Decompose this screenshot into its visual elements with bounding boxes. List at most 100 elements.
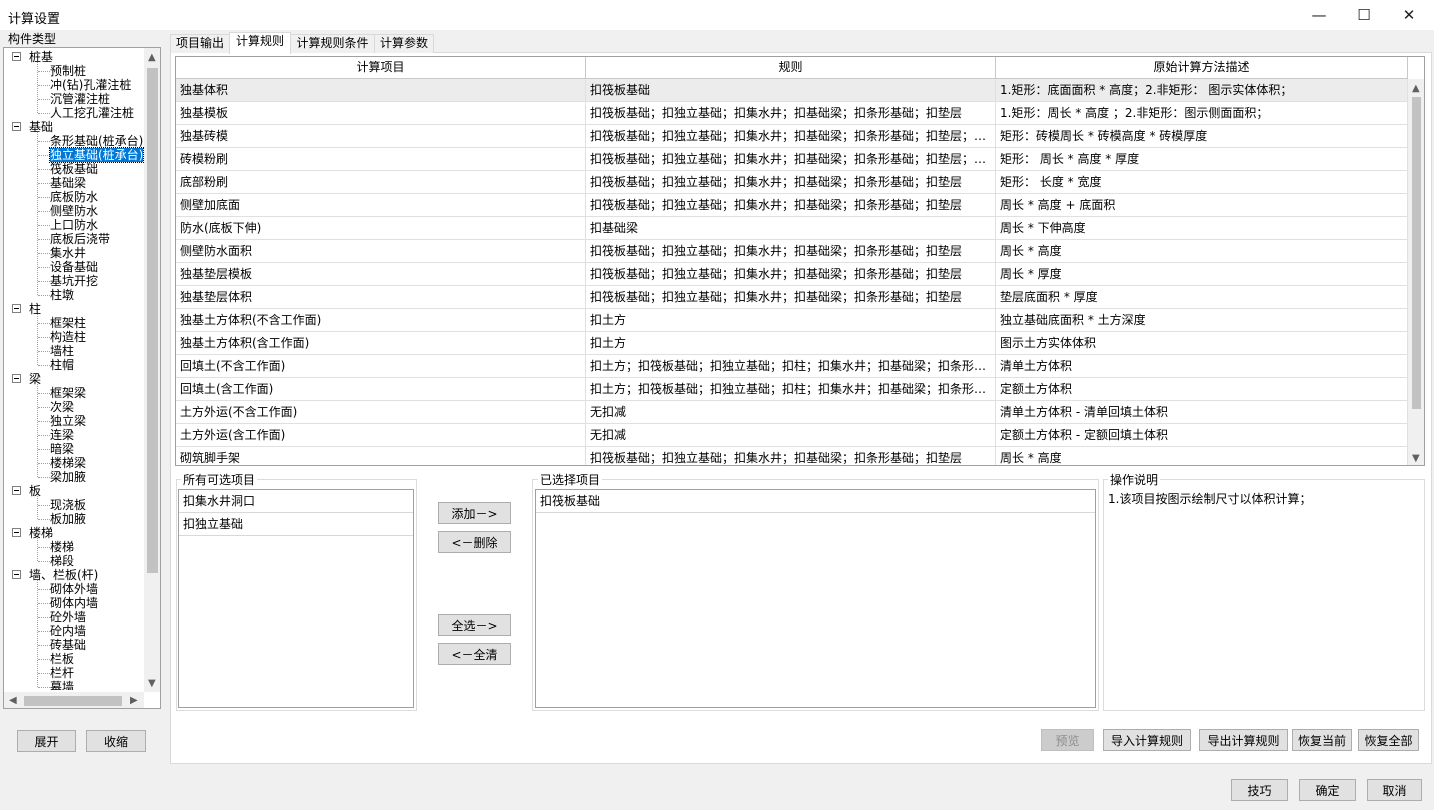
tree-leaf-node[interactable]: 柱帽 xyxy=(50,358,74,372)
tree-group-node[interactable]: 梁 xyxy=(29,372,41,386)
clear-all-button[interactable]: <－全清 xyxy=(438,643,511,665)
tree-leaf-node[interactable]: 砼内墙 xyxy=(50,624,86,638)
cell-calc-item[interactable]: 独基体积 xyxy=(176,79,586,102)
component-tree[interactable]: 桩基 预制桩 冲(钻)孔灌注桩 沉管灌注桩 人工挖孔灌注桩 基础 条形基础(桩承台) 独立基础… xyxy=(3,47,161,709)
cell-calc-item[interactable]: 防水(底板下伸) xyxy=(176,217,586,240)
cell-calc-item[interactable]: 土方外运(含工作面) xyxy=(176,424,586,447)
cell-description[interactable]: 矩形： 长度 * 宽度 xyxy=(996,171,1408,194)
cell-description[interactable]: 定额土方体积 - 定额回填土体积 xyxy=(996,424,1408,447)
tree-leaf-node[interactable]: 连梁 xyxy=(50,428,74,442)
tree-leaf-node[interactable]: 基础梁 xyxy=(50,176,86,190)
header-description[interactable]: 原始计算方法描述 xyxy=(996,57,1408,79)
cell-calc-item[interactable]: 砖模粉刷 xyxy=(176,148,586,171)
cell-rule[interactable]: 扣筏板基础；扣独立基础；扣集水井；扣基础梁；扣条形基础；扣垫层 xyxy=(586,286,996,309)
collapse-toggle-icon[interactable] xyxy=(12,486,21,495)
tree-leaf-node[interactable]: 柱墩 xyxy=(50,288,74,302)
table-row[interactable]: 回填土(不含工作面) 扣土方；扣筏板基础；扣独立基础；扣柱；扣集水井；扣基础梁；扣… xyxy=(176,355,1408,378)
table-row[interactable]: 砌筑脚手架 扣筏板基础；扣独立基础；扣集水井；扣基础梁；扣条形基础；扣垫层 周长 *… xyxy=(176,447,1408,465)
cell-calc-item[interactable]: 回填土(不含工作面) xyxy=(176,355,586,378)
tree-leaf-node[interactable]: 独立梁 xyxy=(50,414,86,428)
cell-description[interactable]: 周长 * 高度 xyxy=(996,447,1408,465)
table-row[interactable]: 侧壁加底面 扣筏板基础；扣独立基础；扣集水井；扣基础梁；扣条形基础；扣垫层 周长 *… xyxy=(176,194,1408,217)
grid-scroll-thumb[interactable] xyxy=(1412,97,1421,409)
scroll-down-icon[interactable]: ▼ xyxy=(148,678,156,689)
export-rules-button[interactable]: 导出计算规则 xyxy=(1199,729,1288,751)
table-row[interactable]: 回填土(含工作面) 扣土方；扣筏板基础；扣独立基础；扣柱；扣集水井；扣基础梁；扣条… xyxy=(176,378,1408,401)
expand-button[interactable]: 展开 xyxy=(17,730,76,752)
tree-leaf-node[interactable]: 冲(钻)孔灌注桩 xyxy=(50,78,131,92)
tree-leaf-node[interactable]: 砌体内墙 xyxy=(50,596,98,610)
cell-calc-item[interactable]: 独基模板 xyxy=(176,102,586,125)
table-row[interactable]: 独基砖模扣筏板基础；扣独立基础；扣集水井；扣基础梁；扣条形基础；扣垫层；扣柱墩；… xyxy=(176,125,1408,148)
scroll-right-icon[interactable]: ▶ xyxy=(130,695,138,706)
available-list[interactable]: 扣集水井洞口 扣独立基础 xyxy=(178,489,414,708)
grid-scroll-up-icon[interactable]: ▲ xyxy=(1412,83,1420,94)
select-all-button[interactable]: 全选－> xyxy=(438,614,511,636)
tree-hscroll-thumb[interactable] xyxy=(24,696,122,706)
cell-rule[interactable]: 无扣减 xyxy=(586,401,996,424)
table-row[interactable]: 独基土方体积(含工作面) 扣土方 图示土方实体体积 xyxy=(176,332,1408,355)
tree-leaf-node[interactable]: 砖基础 xyxy=(50,638,86,652)
cell-calc-item[interactable]: 侧壁防水面积 xyxy=(176,240,586,263)
cell-calc-item[interactable]: 独基土方体积(含工作面) xyxy=(176,332,586,355)
tree-group-node[interactable]: 楼梯 xyxy=(29,526,53,540)
cell-rule[interactable]: 扣土方；扣筏板基础；扣独立基础；扣柱；扣集水井；扣基础梁；扣条形基础；扣垫层 xyxy=(586,355,996,378)
cell-rule[interactable]: 扣筏板基础；扣独立基础；扣集水井；扣基础梁；扣条形基础；扣垫层 xyxy=(586,240,996,263)
cell-calc-item[interactable]: 独基土方体积(不含工作面) xyxy=(176,309,586,332)
tree-leaf-node[interactable]: 上口防水 xyxy=(50,218,98,232)
cell-rule[interactable]: 扣筏板基础；扣独立基础；扣集水井；扣基础梁；扣条形基础；扣垫层 xyxy=(586,102,996,125)
header-rule[interactable]: 规则 xyxy=(586,57,996,79)
table-row[interactable]: 独基垫层模板 扣筏板基础；扣独立基础；扣集水井；扣基础梁；扣条形基础；扣垫层 周长 … xyxy=(176,263,1408,286)
restore-current-button[interactable]: 恢复当前 xyxy=(1292,729,1352,751)
tab-calc-params[interactable]: 计算参数 xyxy=(374,34,434,53)
delete-button[interactable]: <－删除 xyxy=(438,531,511,553)
tree-leaf-node[interactable]: 砼外墙 xyxy=(50,610,86,624)
import-rules-button[interactable]: 导入计算规则 xyxy=(1103,729,1191,751)
tree-leaf-node[interactable]: 栏板 xyxy=(50,652,74,666)
grid-scroll-down-icon[interactable]: ▼ xyxy=(1412,453,1420,464)
tree-leaf-node[interactable]: 侧壁防水 xyxy=(50,204,98,218)
cell-description[interactable]: 定额土方体积 xyxy=(996,378,1408,401)
tree-leaf-node[interactable]: 底板后浇带 xyxy=(50,232,110,246)
cell-rule[interactable]: 扣筏板基础；扣独立基础；扣集水井；扣基础梁；扣条形基础；扣垫层；扣柱墩；扣地沟 xyxy=(586,148,996,171)
table-row[interactable]: 独基土方体积(不含工作面) 扣土方 独立基础底面积 * 土方深度 xyxy=(176,309,1408,332)
cell-calc-item[interactable]: 独基垫层体积 xyxy=(176,286,586,309)
tree-leaf-node[interactable]: 筏板基础 xyxy=(50,162,98,176)
ok-button[interactable]: 确定 xyxy=(1299,779,1356,801)
collapse-toggle-icon[interactable] xyxy=(12,122,21,131)
tree-group-node[interactable]: 柱 xyxy=(29,302,41,316)
collapse-toggle-icon[interactable] xyxy=(12,304,21,313)
tree-leaf-node[interactable]: 楼梯梁 xyxy=(50,456,86,470)
cell-calc-item[interactable]: 土方外运(不含工作面) xyxy=(176,401,586,424)
tree-leaf-node[interactable]: 预制桩 xyxy=(50,64,86,78)
cell-rule[interactable]: 扣筏板基础；扣独立基础；扣集水井；扣基础梁；扣条形基础；扣垫层 xyxy=(586,194,996,217)
tree-leaf-node[interactable]: 楼梯 xyxy=(50,540,74,554)
tree-leaf-node[interactable]: 暗梁 xyxy=(50,442,74,456)
cell-rule[interactable]: 扣基础梁 xyxy=(586,217,996,240)
table-row[interactable]: 土方外运(含工作面) 无扣减 定额土方体积 - 定额回填土体积 xyxy=(176,424,1408,447)
scroll-up-icon[interactable]: ▲ xyxy=(148,52,156,63)
cell-rule[interactable]: 无扣减 xyxy=(586,424,996,447)
tree-leaf-node[interactable]: 人工挖孔灌注桩 xyxy=(50,106,134,120)
selected-item[interactable]: 扣筏板基础 xyxy=(536,490,1095,513)
tree-leaf-node[interactable]: 构造柱 xyxy=(50,330,86,344)
cell-calc-item[interactable]: 砌筑脚手架 xyxy=(176,447,586,465)
tab-calc-rules[interactable]: 计算规则 xyxy=(229,32,291,54)
cell-description[interactable]: 清单土方体积 - 清单回填土体积 xyxy=(996,401,1408,424)
tree-group-node[interactable]: 桩基 xyxy=(29,50,53,64)
cell-description[interactable]: 垫层底面积 * 厚度 xyxy=(996,286,1408,309)
collapse-toggle-icon[interactable] xyxy=(12,52,21,61)
tips-button[interactable]: 技巧 xyxy=(1231,779,1288,801)
cell-description[interactable]: 周长 * 高度 + 底面积 xyxy=(996,194,1408,217)
tree-leaf-node[interactable]: 板加腋 xyxy=(50,512,86,526)
tree-leaf-node[interactable]: 独立基础(桩承台) xyxy=(48,147,144,163)
cell-calc-item[interactable]: 侧壁加底面 xyxy=(176,194,586,217)
cell-calc-item[interactable]: 独基砖模 xyxy=(176,125,586,148)
tree-leaf-node[interactable]: 幕墙 xyxy=(50,680,74,690)
cell-rule[interactable]: 扣土方；扣筏板基础；扣独立基础；扣柱；扣集水井；扣基础梁；扣条形基础；扣垫层 xyxy=(586,378,996,401)
available-item[interactable]: 扣独立基础 xyxy=(179,513,413,536)
cell-description[interactable]: 图示土方实体体积 xyxy=(996,332,1408,355)
collapse-toggle-icon[interactable] xyxy=(12,570,21,579)
cell-rule[interactable]: 扣筏板基础；扣独立基础；扣集水井；扣基础梁；扣条形基础；扣垫层 xyxy=(586,263,996,286)
tree-leaf-node[interactable]: 集水井 xyxy=(50,246,86,260)
